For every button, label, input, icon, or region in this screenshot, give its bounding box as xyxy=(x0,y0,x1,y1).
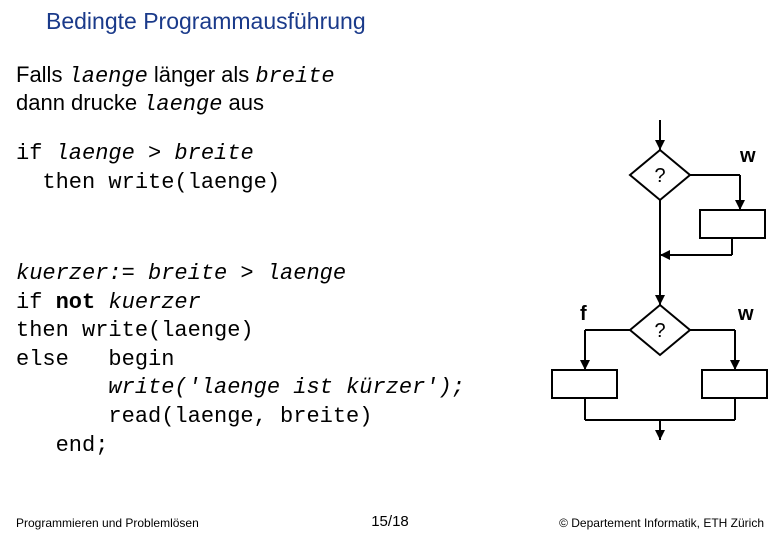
expr: laenge > breite xyxy=(56,141,254,166)
code-block-2: kuerzer:= breite > laenge if not kuerzer… xyxy=(16,260,465,460)
expr: kuerzer xyxy=(95,290,201,315)
flowchart-diagram: ? w ? f w xyxy=(540,120,770,440)
stmt: end; xyxy=(16,433,108,458)
code-var: laenge xyxy=(143,92,222,117)
true-label-1: w xyxy=(739,145,756,167)
slide-title: Bedingte Programmausführung xyxy=(46,8,366,35)
true-label-2: w xyxy=(737,303,754,325)
stmt: write('laenge ist kürzer'); xyxy=(16,375,465,400)
stmt: read(laenge, breite) xyxy=(16,404,372,429)
diamond-1-label: ? xyxy=(654,165,665,187)
kw: if xyxy=(16,141,56,166)
text: länger als xyxy=(148,62,256,87)
false-label: f xyxy=(580,303,587,325)
kw: if xyxy=(16,290,56,315)
code-var: laenge xyxy=(69,64,148,89)
text: aus xyxy=(222,90,264,115)
code-var: breite xyxy=(255,64,334,89)
intro-line-2: dann drucke laenge aus xyxy=(16,90,264,117)
kw-bold: not xyxy=(56,290,96,315)
diamond-2-label: ? xyxy=(654,320,665,342)
intro-line-1: Falls laenge länger als breite xyxy=(16,62,335,89)
footer-right: © Departement Informatik, ETH Zürich xyxy=(559,516,764,530)
stmt: then write(laenge) xyxy=(16,318,254,343)
stmt: kuerzer:= breite > laenge xyxy=(16,261,346,286)
stmt: then write(laenge) xyxy=(16,170,280,195)
code-block-1: if laenge > breite then write(laenge) xyxy=(16,140,280,197)
text: Falls xyxy=(16,62,69,87)
text: dann drucke xyxy=(16,90,143,115)
slide: Bedingte Programmausführung Falls laenge… xyxy=(0,0,780,540)
stmt: else begin xyxy=(16,347,174,372)
